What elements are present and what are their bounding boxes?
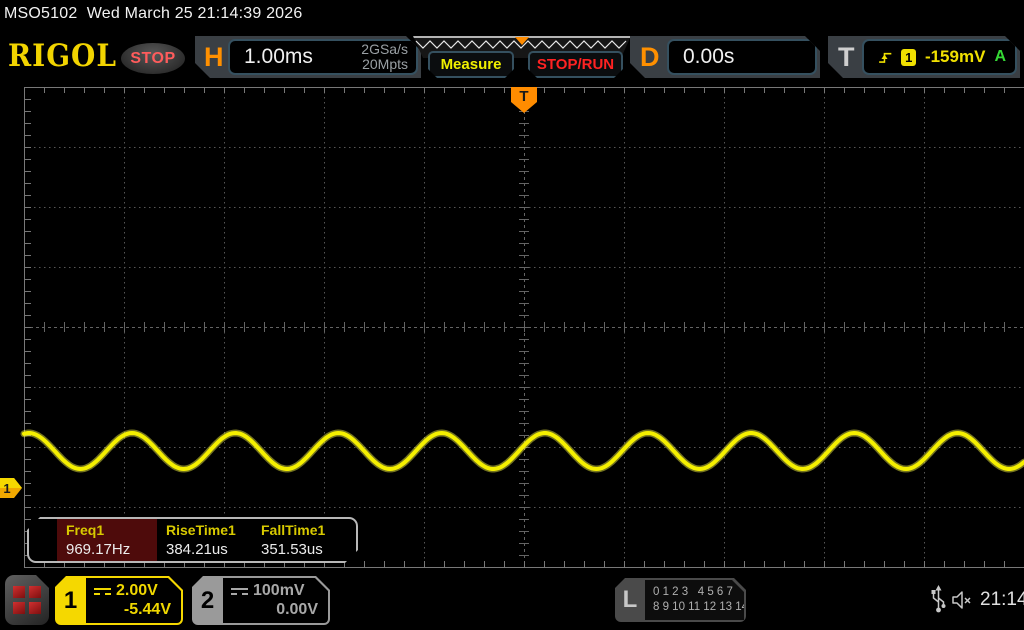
digital-row1: 0 1 2 3 4 5 6 7 [653,586,733,598]
model-name: MSO5102 [4,5,78,22]
channel2-offset: 0.00V [276,601,318,618]
timebase-box[interactable]: 1.00ms 2GSa/s 20Mpts [228,39,418,75]
waveform-display[interactable]: T1 [0,85,1024,575]
channel1-block[interactable]: 1 2.00V -5.44V [55,576,183,625]
timebase-value: 1.00ms [244,45,313,68]
digital-channels-block[interactable]: L 0 1 2 3 4 5 6 7 8 9 10 11 12 13 14 15 [615,578,746,622]
trigger-panel[interactable]: T 1 -159mV A [828,36,1020,78]
trigger-box[interactable]: 1 -159mV A [862,39,1017,75]
measurement-value: 384.21us [166,541,228,558]
channel1-trace [22,430,1024,472]
measurement-label: FallTime1 [261,522,326,538]
sample-rate: 2GSa/s [361,41,408,57]
measurement-spacer [29,519,57,561]
rigol-logo: RIGOL [8,38,117,74]
channel1-number: 1 [63,586,78,614]
channel2-values: 100mV 0.00V [223,578,328,623]
horizontal-label: H [204,42,224,72]
digital-row2: 8 9 10 11 12 13 14 15 [653,601,765,613]
delay-panel[interactable]: D 0.00s [630,36,820,78]
run-state-badge[interactable]: STOP [121,43,185,74]
acquisition-info: 2GSa/s 20Mpts [361,42,408,72]
trigger-source-badge: 1 [901,49,915,66]
measurement-label: RiseTime1 [166,522,236,538]
menu-button[interactable] [5,575,49,625]
measure-button[interactable]: Measure [428,51,514,78]
run-state-label: STOP [130,49,176,67]
delay-value: 0.00s [683,45,735,68]
delay-box[interactable]: 0.00s [667,39,817,75]
measurement-item-freq1[interactable]: Freq1 969.17Hz [57,519,157,561]
channel1-level-marker[interactable]: 1 [0,478,22,498]
measurement-item-falltime1[interactable]: FallTime1 351.53us [252,519,350,561]
measurement-panel[interactable]: Freq1 969.17Hz RiseTime1 384.21us FallTi… [27,517,358,563]
channel1-values: 2.00V -5.44V [86,578,181,623]
trigger-position-marker[interactable]: T [511,87,537,113]
trigger-label: T [838,42,855,72]
horizontal-panel[interactable]: H 1.00ms 2GSa/s 20Mpts [195,36,421,78]
oscilloscope-screen: MSO5102 Wed March 25 21:14:39 2026 RIGOL… [0,0,1024,630]
svg-text:T: T [519,88,528,105]
trigger-mode: A [994,48,1006,65]
channel2-number: 2 [200,586,215,614]
rising-edge-icon [878,49,892,66]
speaker-muted-icon [952,591,971,609]
measure-button-label: Measure [440,56,502,73]
measurement-value: 351.53us [261,541,323,558]
stop-run-button-label: STOP/RUN [536,56,615,73]
clock: 21:14 [980,589,1024,610]
datetime: Wed March 25 21:14:39 2026 [86,5,303,22]
title-bar: MSO5102 Wed March 25 21:14:39 2026 [4,5,302,23]
channel2-block[interactable]: 2 100mV 0.00V [192,576,330,625]
measurement-label: Freq1 [66,522,105,538]
measurement-value: 969.17Hz [66,541,131,558]
dc-coupling-icon [231,588,248,595]
menu-grid-icon [13,586,41,614]
usb-icon [931,585,946,613]
svg-text:1: 1 [3,481,10,496]
channel1-scale: 2.00V [116,582,158,599]
dc-coupling-icon [94,588,111,595]
digital-label: L [622,586,638,613]
digital-channel-list: 0 1 2 3 4 5 6 7 8 9 10 11 12 13 14 15 [645,580,744,620]
memory-depth: 20Mpts [362,56,408,72]
channel1-offset: -5.44V [123,601,171,618]
trigger-level: -159mV [924,47,986,66]
stop-run-button[interactable]: STOP/RUN [528,51,623,78]
channel2-scale: 100mV [253,582,305,599]
measurement-item-risetime1[interactable]: RiseTime1 384.21us [157,519,252,561]
delay-label: D [640,42,660,72]
